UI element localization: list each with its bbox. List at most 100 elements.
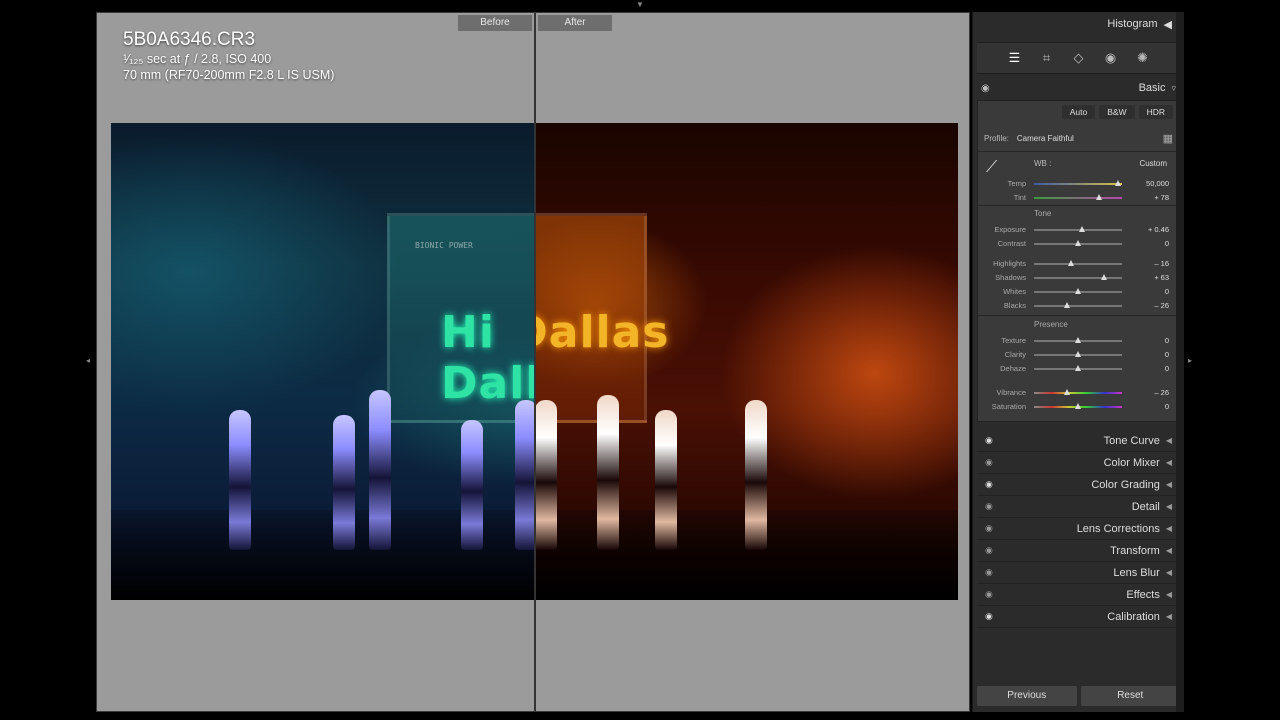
photo-info-overlay: 5B0A6346.CR3 ¹⁄₁₂₅ sec at ƒ / 2.8, ISO 4… [123, 29, 334, 83]
temp-track[interactable] [1034, 180, 1122, 186]
tint-value[interactable]: + 78 [1154, 193, 1169, 202]
hdr-button[interactable]: HDR [1138, 105, 1173, 119]
highlights-value[interactable]: – 16 [1154, 259, 1169, 268]
panel-group-lens-blur[interactable]: ◉ Lens Blur ◀ [977, 562, 1180, 584]
panel-group-color-mixer[interactable]: ◉ Color Mixer ◀ [977, 452, 1180, 474]
saturation-slider[interactable]: Saturation 0 [978, 400, 1179, 414]
contrast-value[interactable]: 0 [1165, 239, 1169, 248]
panel-group-calibration[interactable]: ◉ Calibration ◀ [977, 606, 1180, 628]
panel-group-detail[interactable]: ◉ Detail ◀ [977, 496, 1180, 518]
bw-button[interactable]: B&W [1099, 105, 1135, 119]
panel-group-lens-corrections[interactable]: ◉ Lens Corrections ◀ [977, 518, 1180, 540]
split-divider[interactable] [534, 13, 536, 711]
wb-picker-icon[interactable]: ⟋ [986, 159, 997, 177]
texture-slider[interactable]: Texture 0 [978, 334, 1179, 348]
eye-icon[interactable]: ◉ [985, 479, 993, 490]
clarity-track[interactable] [1034, 351, 1122, 357]
wb-select[interactable]: Custom [1139, 159, 1167, 168]
shadows-value[interactable]: + 63 [1154, 273, 1169, 282]
panel-group-label: Effects [1126, 588, 1160, 601]
eye-icon[interactable]: ◉ [985, 567, 993, 578]
highlights-track[interactable] [1034, 260, 1122, 266]
blacks-value[interactable]: – 26 [1154, 301, 1169, 310]
clarity-thumb[interactable] [1075, 351, 1081, 357]
texture-track[interactable] [1034, 337, 1122, 343]
blacks-thumb[interactable] [1063, 302, 1070, 308]
tint-thumb[interactable] [1096, 194, 1103, 200]
previous-button[interactable]: Previous [977, 686, 1077, 706]
tint-track[interactable] [1034, 194, 1122, 200]
after-image: Hi Dallas [535, 123, 958, 600]
top-panel-toggle-icon[interactable]: ▼ [636, 0, 644, 9]
whites-slider[interactable]: Whites 0 [978, 285, 1179, 299]
reset-button[interactable]: Reset [1080, 686, 1180, 706]
highlights-slider[interactable]: Highlights – 16 [978, 257, 1179, 271]
vibrance-thumb[interactable] [1063, 389, 1070, 395]
panel-group-effects[interactable]: ◉ Effects ◀ [977, 584, 1180, 606]
eye-icon[interactable]: ◉ [985, 523, 993, 534]
contrast-thumb[interactable] [1075, 240, 1081, 246]
shadows-slider[interactable]: Shadows + 63 [978, 271, 1179, 285]
profile-select[interactable]: Camera Faithful [1017, 134, 1074, 143]
saturation-value[interactable]: 0 [1165, 402, 1169, 411]
eye-icon[interactable]: ◉ [985, 545, 993, 556]
crop-icon[interactable]: ⌗ [1038, 50, 1056, 66]
left-panel-toggle-icon[interactable]: ◂ [86, 356, 90, 365]
clarity-slider[interactable]: Clarity 0 [978, 348, 1179, 362]
contrast-track[interactable] [1034, 240, 1122, 246]
profile-browser-icon[interactable]: ▦ [1163, 132, 1173, 145]
panel-group-tone-curve[interactable]: ◉ Tone Curve ◀ [977, 430, 1180, 452]
whites-thumb[interactable] [1075, 288, 1081, 294]
panel-group-transform[interactable]: ◉ Transform ◀ [977, 540, 1180, 562]
exposure-track[interactable] [1034, 226, 1122, 232]
vibrance-track[interactable] [1034, 389, 1122, 395]
redeye-icon[interactable]: ◉ [1102, 50, 1120, 66]
masking-icon[interactable]: ✺ [1134, 50, 1152, 66]
dancer [333, 415, 355, 550]
temp-thumb[interactable] [1115, 180, 1122, 186]
wb-label: WB : [1034, 159, 1052, 168]
expand-triangle-icon: ◀ [1165, 546, 1172, 555]
blacks-track[interactable] [1034, 302, 1122, 308]
dehaze-slider[interactable]: Dehaze 0 [978, 362, 1179, 376]
basic-header[interactable]: ◉ Basic ▿ [973, 78, 1184, 98]
eye-icon[interactable]: ◉ [985, 589, 993, 600]
vibrance-slider[interactable]: Vibrance – 26 [978, 386, 1179, 400]
panel-scrollbar[interactable] [1176, 12, 1184, 712]
auto-button[interactable]: Auto [1061, 105, 1096, 119]
exposure-thumb[interactable] [1079, 226, 1086, 232]
clarity-value[interactable]: 0 [1165, 350, 1169, 359]
contrast-slider[interactable]: Contrast 0 [978, 237, 1179, 251]
shadows-track[interactable] [1034, 274, 1122, 280]
saturation-thumb[interactable] [1075, 403, 1081, 409]
dehaze-value[interactable]: 0 [1165, 364, 1169, 373]
highlights-thumb[interactable] [1067, 260, 1074, 266]
exposure-slider[interactable]: Exposure + 0.46 [978, 223, 1179, 237]
blacks-slider[interactable]: Blacks – 26 [978, 299, 1179, 313]
histogram-header[interactable]: Histogram ◀ [973, 12, 1184, 36]
vibrance-value[interactable]: – 26 [1154, 388, 1169, 397]
whites-track[interactable] [1034, 288, 1122, 294]
eraser-icon[interactable]: ◇ [1070, 50, 1088, 66]
tint-slider[interactable]: Tint + 78 [978, 191, 1179, 205]
sliders-icon[interactable]: ☰ [1006, 50, 1024, 66]
temp-slider[interactable]: Temp 50,000 [978, 177, 1179, 191]
shadows-thumb[interactable] [1101, 274, 1108, 280]
right-panel-toggle-icon[interactable]: ▸ [1188, 356, 1192, 365]
lens-info: 70 mm (RF70-200mm F2.8 L IS USM) [123, 68, 335, 82]
eye-icon[interactable]: ◉ [985, 457, 993, 468]
temp-value[interactable]: 50,000 [1146, 179, 1169, 188]
dehaze-thumb[interactable] [1075, 365, 1081, 371]
whites-value[interactable]: 0 [1165, 287, 1169, 296]
dehaze-track[interactable] [1034, 365, 1122, 371]
eye-icon[interactable]: ◉ [981, 83, 990, 94]
texture-value[interactable]: 0 [1165, 336, 1169, 345]
texture-thumb[interactable] [1075, 337, 1081, 343]
develop-panel: Histogram ◀ ☰ ⌗ ◇ ◉ ✺ ◉ Basic ▿ Auto B&W… [972, 12, 1184, 712]
exposure-value[interactable]: + 0.46 [1148, 225, 1169, 234]
eye-icon[interactable]: ◉ [985, 501, 993, 512]
panel-group-color-grading[interactable]: ◉ Color Grading ◀ [977, 474, 1180, 496]
eye-icon[interactable]: ◉ [985, 611, 993, 622]
eye-icon[interactable]: ◉ [985, 435, 993, 446]
saturation-track[interactable] [1034, 403, 1122, 409]
